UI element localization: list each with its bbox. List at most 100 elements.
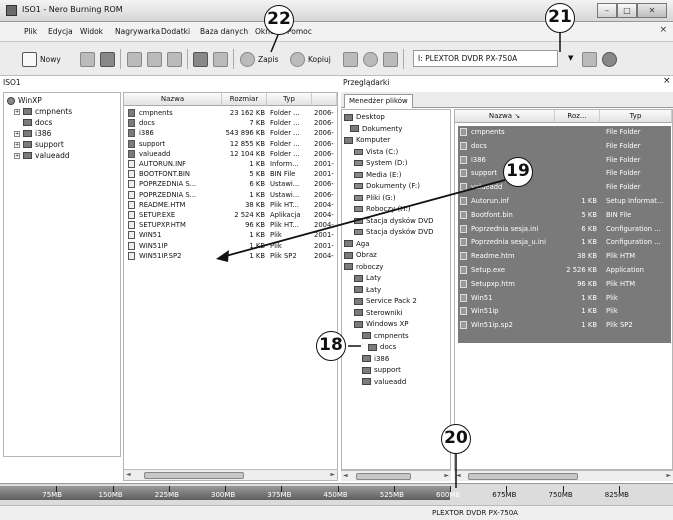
list-item[interactable]: Setup.exe 2 526 KB Application [458, 266, 671, 276]
list-item[interactable]: Bootfont.bin 5 KB BIN File [458, 210, 671, 221]
list-item[interactable]: Poprzednia sesja_u.ini 1 KB Configuration … [458, 238, 671, 248]
column-header-name[interactable]: Nazwa [124, 93, 222, 106]
scrollbar-thumb[interactable] [356, 473, 411, 480]
browser-tree-scrollbar[interactable]: ◄ ► [341, 470, 451, 481]
list-item[interactable]: Readme.htm 38 KB Plik HTM [458, 252, 671, 262]
browser-tree-item[interactable]: Service Pack 2 [354, 297, 417, 305]
browser-tree-item[interactable]: Vista (C:) [354, 148, 398, 156]
list-item[interactable]: Setupxp.htm 96 KB Plik HTM [458, 279, 671, 290]
scroll-right-icon[interactable]: ► [666, 472, 671, 479]
copy-button[interactable] [147, 51, 162, 67]
browser-tree-item[interactable]: Pliki (G:) [354, 194, 396, 202]
table-row[interactable]: docs 7 KB Folder ... 2006- [124, 119, 337, 129]
scrollbar-thumb[interactable] [144, 472, 244, 479]
tree-item-cmpnents[interactable]: + cmpnents [14, 107, 72, 116]
menu-nagrywarka[interactable]: Nagrywarka [115, 27, 160, 36]
browser-tree-item[interactable]: Komputer [344, 136, 390, 144]
browser-close-icon[interactable]: × [663, 76, 671, 90]
browser-tree-item[interactable]: Laty [354, 274, 381, 282]
list-item[interactable]: docs File Folder [458, 141, 671, 152]
table-row[interactable]: POPRZEDNIA S... 1 KB Ustawi... 2006- [124, 190, 337, 201]
tree-item-valueadd[interactable]: + valueadd [14, 151, 70, 160]
menu-plik[interactable]: Plik [24, 27, 37, 36]
recorder-select[interactable]: I: PLEXTOR DVDR PX-750A [413, 50, 558, 67]
open-button[interactable] [80, 51, 95, 67]
properties-button[interactable] [193, 51, 208, 67]
scroll-right-icon[interactable]: ► [444, 472, 449, 479]
browser-tree-item[interactable]: Dokumenty (F:) [354, 182, 420, 190]
expand-icon[interactable]: + [14, 130, 20, 137]
disc-info-button[interactable] [363, 51, 378, 67]
list-item[interactable]: Win51ip.sp2 1 KB Plik SP2 [458, 321, 671, 331]
browser-tree-item[interactable]: Windows XP [354, 320, 409, 328]
browser-tree-item[interactable]: Desktop [344, 113, 385, 121]
table-row[interactable]: WIN51IP.SP2 1 KB Plik SP2 2004- [124, 251, 337, 262]
column-header-date[interactable] [312, 93, 337, 106]
list-item[interactable]: i386 File Folder [458, 155, 671, 166]
browser-tree-item[interactable]: roboczy [344, 263, 383, 271]
scroll-right-icon[interactable]: ► [330, 471, 335, 478]
browser-tree-item[interactable]: valueadd [362, 378, 406, 386]
column-header-size[interactable]: Rozmiar [222, 93, 267, 106]
browser-tree-item[interactable]: Obraz [344, 251, 377, 259]
browser-tree-item[interactable]: System (D:) [354, 159, 408, 167]
browser-tree-item[interactable]: Dokumenty [350, 125, 402, 133]
menu-baza-danych[interactable]: Baza danych [200, 27, 248, 36]
close-button[interactable]: ✕ [637, 3, 667, 18]
table-row[interactable]: i386 543 896 KB Folder ... 2006- [124, 129, 337, 139]
list-item[interactable]: Win51 1 KB Plik [458, 293, 671, 304]
tree-item-i386[interactable]: + i386 [14, 129, 51, 138]
scroll-left-icon[interactable]: ◄ [343, 472, 348, 479]
tools-button[interactable] [213, 51, 228, 67]
table-row[interactable]: WIN51IP 1 KB Plik 2001- [124, 241, 337, 252]
table-row[interactable]: cmpnents 23 162 KB Folder ... 2006- [124, 109, 337, 119]
browser-tree-item[interactable]: cmpnents [362, 332, 409, 340]
tab-file-manager[interactable]: Menedżer plików [344, 94, 413, 108]
browser-tree-item[interactable]: Roboczy (H:) [354, 205, 411, 213]
menu-edycja[interactable]: Edycja [48, 27, 73, 36]
expand-icon[interactable]: + [14, 152, 20, 159]
menu-close-icon[interactable]: × [659, 25, 667, 35]
paste-button[interactable] [167, 51, 182, 67]
browser-list-scrollbar[interactable]: ◄ ► [454, 470, 673, 481]
column-header-size[interactable]: Roz... [555, 110, 600, 123]
expand-icon[interactable]: + [14, 108, 20, 115]
tree-item-docs[interactable]: docs [23, 118, 52, 127]
browser-tree-item[interactable]: Sterowniki [354, 309, 403, 317]
column-header-name[interactable]: Nazwa ↘ [455, 110, 555, 123]
list-item[interactable]: Win51ip 1 KB Plik [458, 307, 671, 317]
table-row[interactable]: SETUP.EXE 2 524 KB Aplikacja 2004- [124, 211, 337, 221]
menu-dodatki[interactable]: Dodatki [161, 27, 190, 36]
burn-button[interactable]: Zapis [240, 51, 279, 67]
scroll-left-icon[interactable]: ◄ [126, 471, 131, 478]
recorder-dropdown-icon[interactable]: ▼ [568, 54, 573, 62]
scrollbar-thumb[interactable] [468, 473, 578, 480]
table-row[interactable]: BOOTFONT.BIN 5 KB BIN File 2001- [124, 170, 337, 180]
browser-tree-item[interactable]: docs [368, 343, 396, 351]
list-item[interactable]: Poprzednia sesja.ini 6 KB Configuration ..… [458, 224, 671, 235]
list-item[interactable]: Autorun.inf 1 KB Setup Informat... [458, 197, 671, 207]
browser-tree-item[interactable]: Stacja dysków DVD [354, 228, 434, 236]
list-item[interactable]: valueadd File Folder [458, 183, 671, 193]
list-item[interactable]: cmpnents File Folder [458, 128, 671, 138]
browser-tree-item[interactable]: Łaty [354, 286, 381, 294]
table-row[interactable]: SETUPXP.HTM 96 KB Plik HT... 2004- [124, 221, 337, 231]
maximize-button[interactable]: □ [617, 3, 637, 18]
column-header-type[interactable]: Typ [600, 110, 672, 123]
table-row[interactable]: AUTORUN.INF 1 KB Inform... 2001- [124, 160, 337, 170]
info-button[interactable] [602, 51, 617, 67]
drive-button[interactable] [582, 51, 597, 67]
browser-tree-item[interactable]: Aga [344, 240, 370, 248]
column-header-type[interactable]: Typ [267, 93, 312, 106]
table-row[interactable]: support 12 855 KB Folder ... 2006- [124, 139, 337, 150]
menu-widok[interactable]: Widok [80, 27, 103, 36]
table-row[interactable]: valueadd 12 104 KB Folder ... 2006- [124, 149, 337, 160]
erase-button[interactable] [343, 51, 358, 67]
save-button[interactable] [100, 51, 115, 67]
browser-tree-item[interactable]: support [362, 366, 401, 374]
scroll-left-icon[interactable]: ◄ [456, 472, 461, 479]
copy-disc-button[interactable]: Kopiuj [290, 51, 331, 67]
eject-button[interactable] [383, 51, 398, 67]
browser-tree-item[interactable]: i386 [362, 355, 389, 363]
expand-icon[interactable]: + [14, 141, 20, 148]
